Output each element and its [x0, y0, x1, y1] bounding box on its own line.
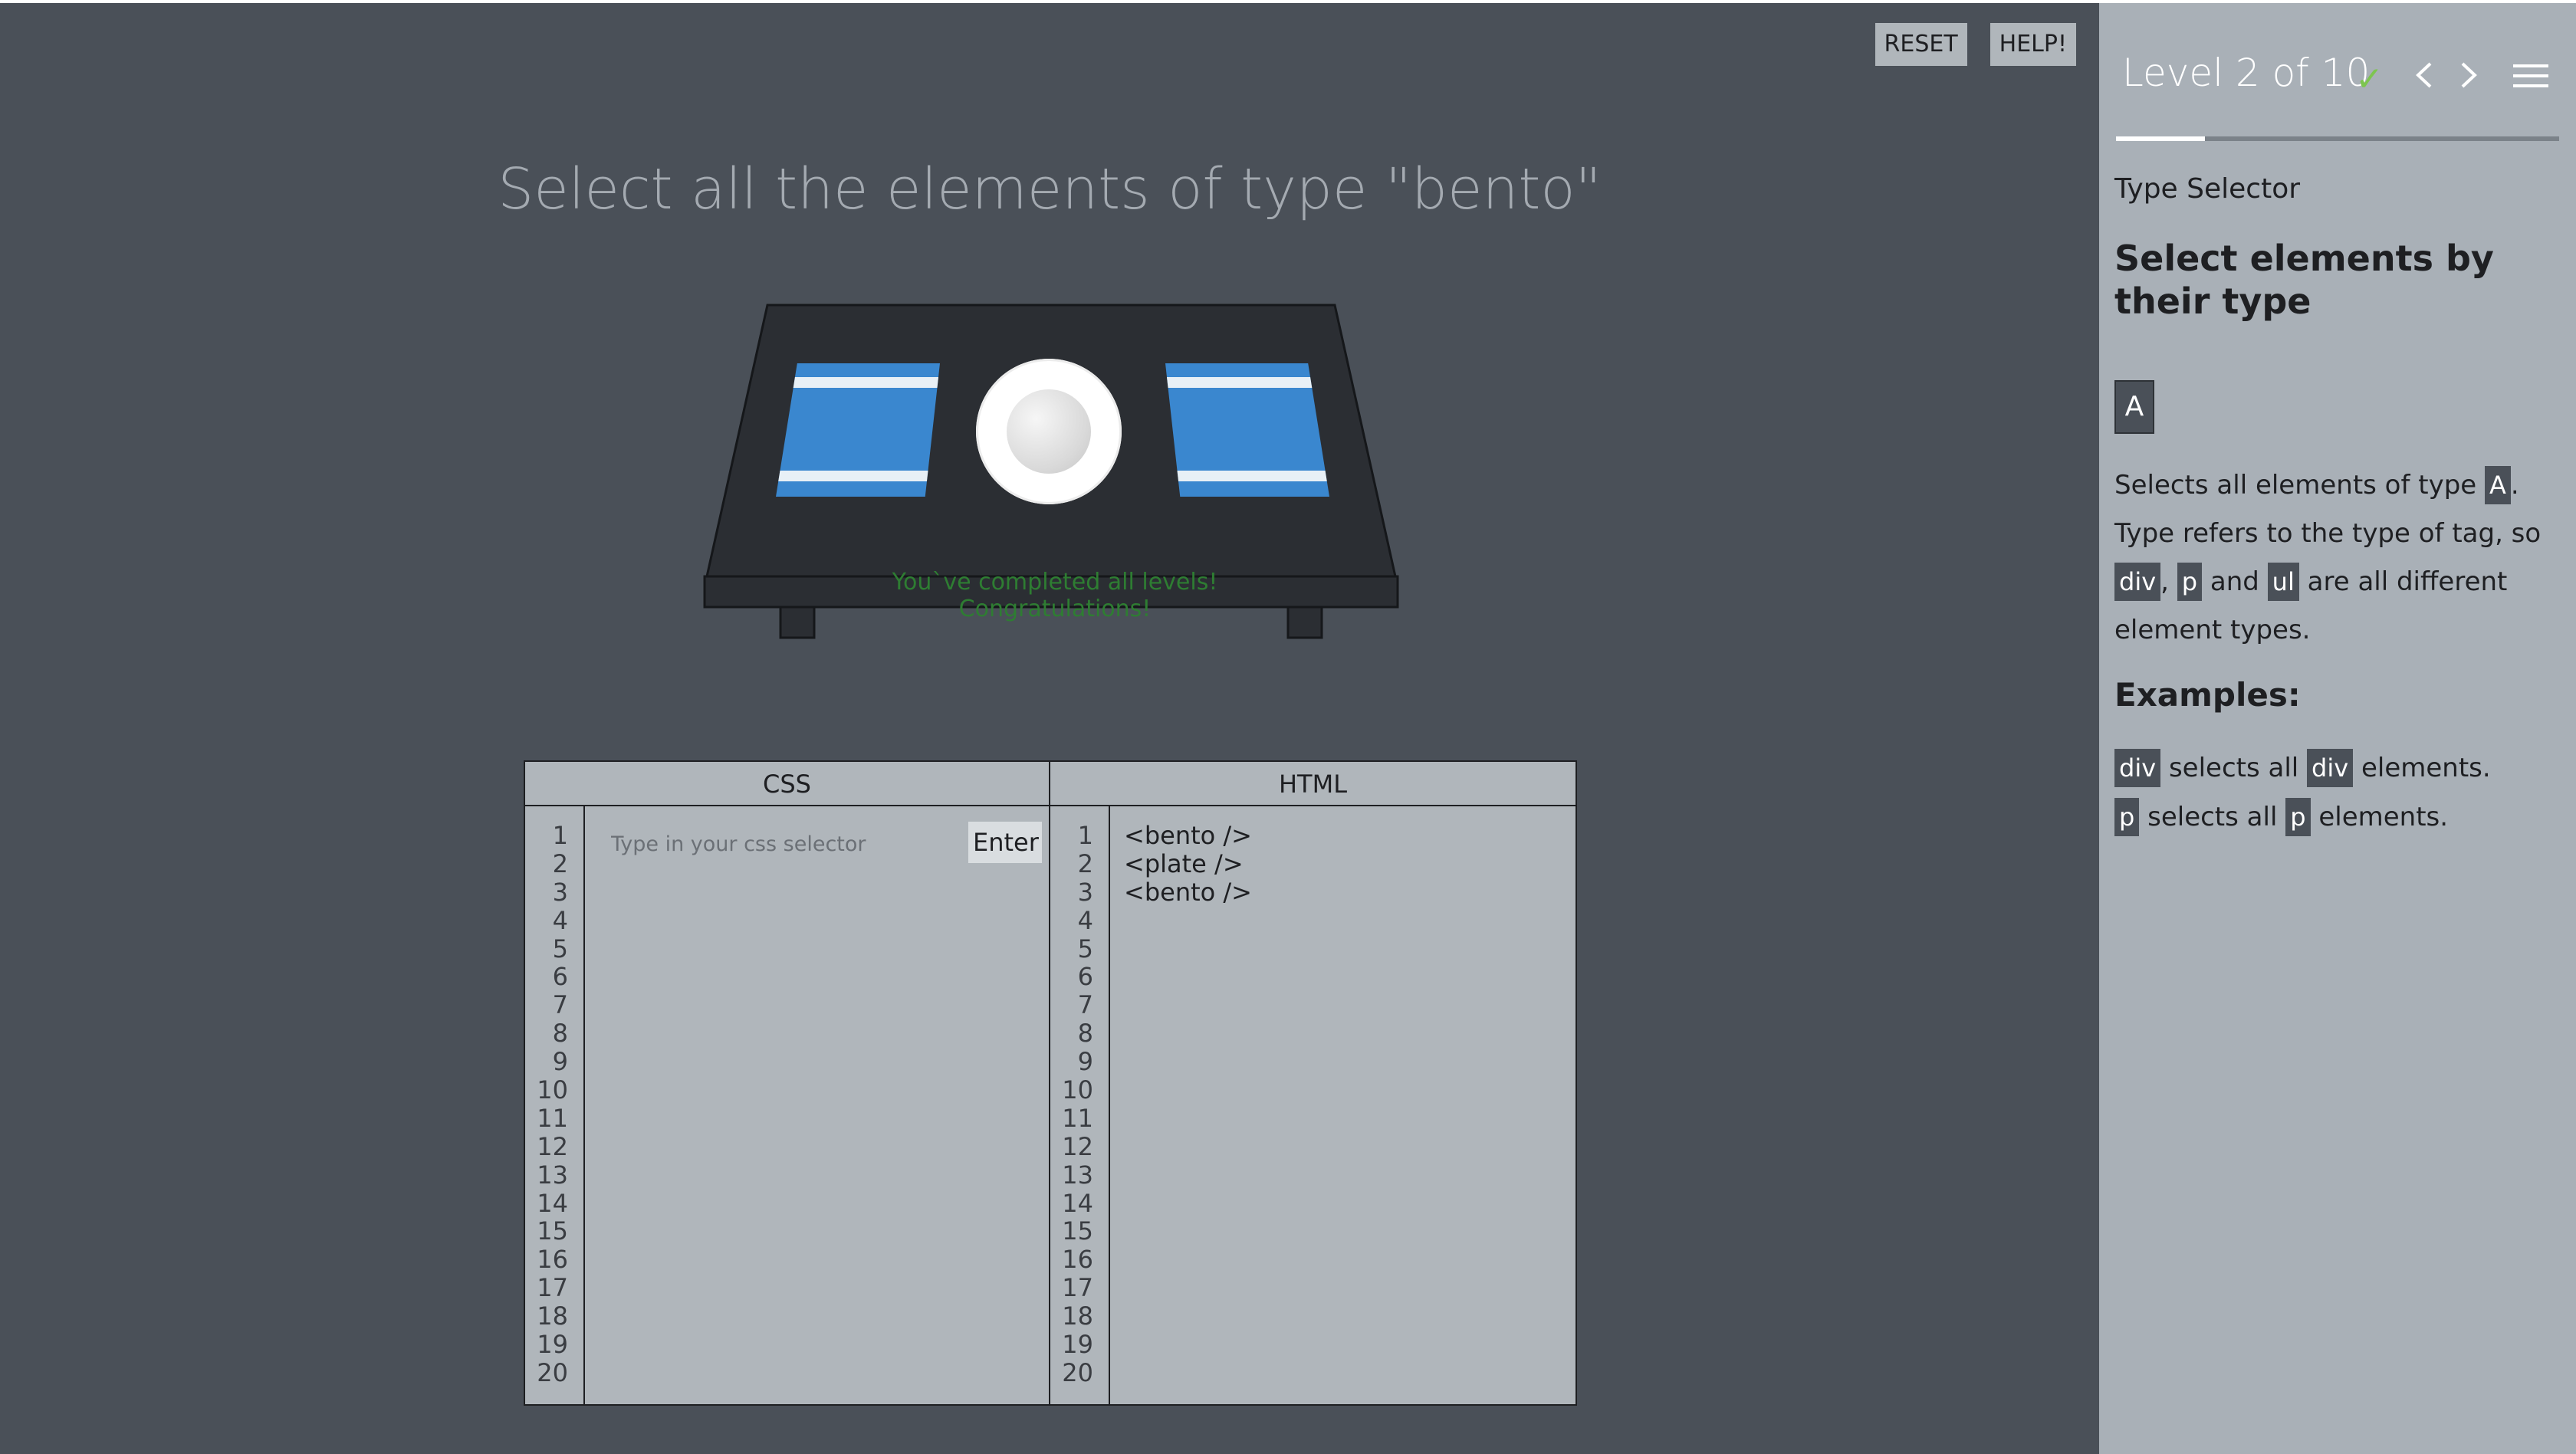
- line-number: 12: [537, 1131, 568, 1161]
- top-buttons: RESET HELP!: [1875, 23, 2076, 66]
- line-number: 14: [537, 1188, 568, 1218]
- selector-name: Type Selector: [2114, 173, 2301, 205]
- line-number: 15: [537, 1216, 568, 1246]
- example-item: p selects all p elements.: [2114, 793, 2563, 842]
- line-number: 5: [552, 934, 568, 963]
- hint-text: ,: [2160, 566, 2177, 597]
- html-line[interactable]: <plate />: [1124, 849, 1252, 878]
- html-line[interactable]: <bento />: [1124, 822, 1252, 850]
- line-number: 18: [1062, 1301, 1093, 1331]
- line-number: 4: [1077, 905, 1093, 935]
- bento-item[interactable]: [776, 363, 940, 497]
- css-selector-input[interactable]: [610, 826, 919, 862]
- line-number: 3: [552, 877, 568, 907]
- tag-chip: p: [2114, 798, 2140, 836]
- line-number: 1: [552, 821, 568, 850]
- level-progress-fill: [2116, 136, 2205, 141]
- line-number: 5: [1077, 934, 1093, 963]
- level-indicator: Level 2 of 10: [2122, 51, 2371, 95]
- chevron-right-icon: [2461, 62, 2477, 88]
- reset-button[interactable]: RESET: [1875, 23, 1967, 66]
- example-item: div selects all div elements.: [2114, 743, 2563, 793]
- html-pane: HTML 1 2 3 4 5 6 7 8 9 10 11 12 13 14 15 16 17 18 19 20 <be…: [1050, 762, 1576, 1404]
- level-instruction: Select all the elements of type "bento": [498, 156, 1602, 222]
- line-number: 10: [537, 1075, 568, 1105]
- line-number: 13: [537, 1160, 568, 1190]
- line-number: 18: [537, 1301, 568, 1331]
- selector-syntax: A: [2114, 380, 2154, 434]
- level-progress-bar: [2116, 136, 2559, 141]
- tag-chip: div: [2307, 749, 2354, 787]
- line-number: 19: [1062, 1330, 1093, 1360]
- line-number: 3: [1077, 877, 1093, 907]
- app-frame: RESET HELP! Select all the elements of t…: [0, 3, 2576, 1454]
- next-level-button[interactable]: [2449, 55, 2479, 94]
- code-editor: CSS 1234567891011121314151617181920 Ente…: [524, 760, 1577, 1406]
- line-number: 7: [552, 990, 568, 1020]
- line-number: 15: [1062, 1216, 1093, 1246]
- line-number: 17: [1062, 1273, 1093, 1303]
- tag-chip: p: [2285, 798, 2311, 836]
- line-number: 2: [1077, 848, 1093, 878]
- example-text: elements.: [2310, 802, 2449, 832]
- line-number: 2: [552, 848, 568, 878]
- hint-text: and: [2202, 566, 2268, 597]
- line-number: 1: [1077, 821, 1093, 850]
- tag-chip: div: [2114, 563, 2161, 601]
- example-text: selects all: [2160, 753, 2308, 783]
- line-number: 11: [1062, 1103, 1093, 1133]
- tag-chip: div: [2114, 749, 2161, 787]
- tag-chip: p: [2177, 563, 2203, 601]
- example-text: selects all: [2139, 802, 2286, 832]
- game-area: RESET HELP! Select all the elements of t…: [0, 3, 2099, 1454]
- line-number: 6: [1077, 962, 1093, 992]
- example-text: elements.: [2353, 753, 2491, 783]
- line-number: 20: [537, 1357, 568, 1387]
- check-icon: ✓: [2355, 60, 2384, 99]
- line-number: 19: [537, 1330, 568, 1360]
- level-sidebar: Level 2 of 10 ✓ Type Selector Select ele…: [2099, 3, 2576, 1454]
- previous-level-button[interactable]: [2404, 55, 2435, 94]
- line-number: 11: [537, 1103, 568, 1133]
- line-number: 4: [552, 905, 568, 935]
- line-number: 20: [1062, 1357, 1093, 1387]
- line-number: 17: [537, 1273, 568, 1303]
- line-number: 16: [537, 1245, 568, 1275]
- tag-chip: ul: [2267, 563, 2299, 601]
- level-hint: Selects all elements of type A. Type ref…: [2114, 461, 2563, 655]
- enter-button[interactable]: Enter: [968, 822, 1042, 863]
- tag-chip: A: [2485, 466, 2511, 504]
- examples-list: div selects all div elements. p selects …: [2114, 743, 2563, 842]
- line-number: 8: [552, 1019, 568, 1049]
- plate-item[interactable]: [976, 359, 1122, 504]
- line-number: 9: [1077, 1047, 1093, 1077]
- html-markup: <bento /> <plate /> <bento />: [1124, 822, 1252, 907]
- css-pane-title: CSS: [525, 762, 1049, 806]
- line-number: 10: [1062, 1075, 1093, 1105]
- html-pane-title: HTML: [1050, 762, 1576, 806]
- hamburger-menu-icon[interactable]: [2510, 58, 2551, 94]
- chevron-left-icon: [2416, 62, 2432, 88]
- line-number: 12: [1062, 1131, 1093, 1161]
- hint-text: Selects all elements of type: [2114, 470, 2486, 501]
- line-number: 16: [1062, 1245, 1093, 1275]
- level-title: Select elements by their type: [2114, 238, 2494, 322]
- css-pane: CSS 1234567891011121314151617181920 Ente…: [525, 762, 1050, 1404]
- congrats-message: You`ve completed all levels! Congratulat…: [892, 569, 1218, 622]
- line-number: 7: [1077, 990, 1093, 1020]
- line-number: 13: [1062, 1160, 1093, 1190]
- line-number: 6: [552, 962, 568, 992]
- html-line[interactable]: <bento />: [1124, 878, 1252, 907]
- line-number: 14: [1062, 1188, 1093, 1218]
- bento-item[interactable]: [1165, 363, 1329, 497]
- table: You`ve completed all levels! Congratulat…: [690, 300, 1418, 645]
- line-number: 9: [552, 1047, 568, 1077]
- line-number: 8: [1077, 1019, 1093, 1049]
- css-line-numbers: 1 2 3 4 5 6 7 8 9 10 11 12 13 14 15 16 17 18 19 20: [525, 806, 585, 1404]
- help-button[interactable]: HELP!: [1990, 23, 2076, 66]
- html-line-numbers: 1 2 3 4 5 6 7 8 9 10 11 12 13 14 15 16 17 18 19 20: [1050, 806, 1110, 1404]
- examples-title: Examples:: [2114, 676, 2301, 714]
